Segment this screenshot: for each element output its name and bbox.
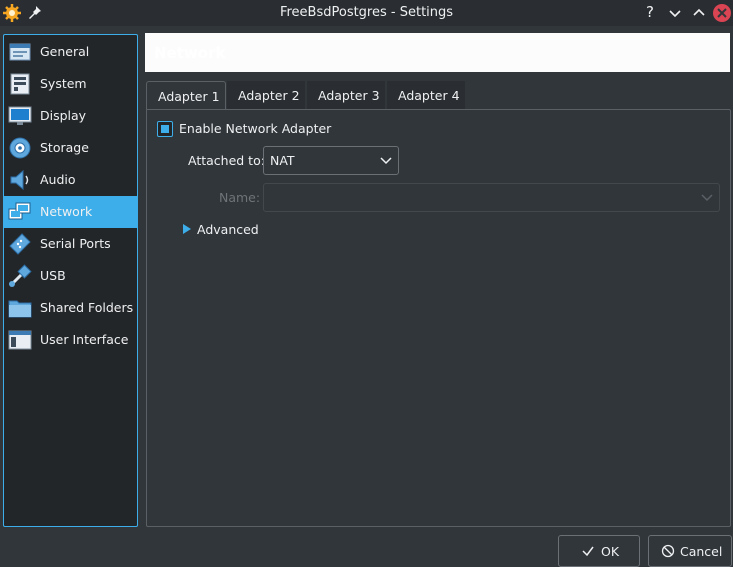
sidebar-item-label: General xyxy=(40,44,90,59)
tab-label: Adapter 4 xyxy=(398,88,460,103)
tab-label: Adapter 1 xyxy=(158,89,220,104)
attached-to-label: Attached to: xyxy=(188,153,265,168)
tab-adapter-4[interactable]: Adapter 4 xyxy=(387,81,465,109)
sidebar-item-general[interactable]: General xyxy=(4,36,137,68)
close-button[interactable] xyxy=(712,3,732,23)
ok-button[interactable]: OK xyxy=(558,535,640,567)
expand-triangle-icon xyxy=(183,224,191,234)
maximize-button[interactable] xyxy=(689,3,709,23)
sidebar-item-label: USB xyxy=(40,268,66,283)
usb-icon xyxy=(9,264,32,287)
name-label: Name: xyxy=(219,190,261,205)
name-select[interactable] xyxy=(263,183,720,212)
sidebar-item-label: Display xyxy=(40,108,87,123)
sidebar-item-label: System xyxy=(40,76,87,91)
adapter-panel xyxy=(146,109,731,527)
general-icon xyxy=(9,43,31,61)
sidebar-item-system[interactable]: System xyxy=(4,68,137,100)
help-button[interactable]: ? xyxy=(641,3,661,23)
cancel-button[interactable]: Cancel xyxy=(648,535,732,567)
sidebar-item-network[interactable]: Network xyxy=(4,196,137,228)
tab-adapter-1[interactable]: Adapter 1 xyxy=(146,81,226,110)
tab-adapter-3[interactable]: Adapter 3 xyxy=(307,81,385,109)
advanced-label: Advanced xyxy=(197,222,259,237)
checkbox-check-mark xyxy=(161,125,169,133)
attached-to-value: NAT xyxy=(270,153,295,168)
cancel-label: Cancel xyxy=(680,544,723,559)
chevron-down-icon xyxy=(380,157,392,165)
enable-adapter-checkbox[interactable] xyxy=(157,121,173,137)
sidebar-item-user-interface[interactable]: User Interface xyxy=(4,324,137,356)
sidebar-item-label: Shared Folders xyxy=(40,300,134,315)
sidebar-item-storage[interactable]: Storage xyxy=(4,132,137,164)
system-icon xyxy=(10,73,30,95)
sidebar-item-label: Storage xyxy=(40,140,89,155)
sidebar-item-display[interactable]: Display xyxy=(4,100,137,132)
user-interface-icon xyxy=(8,330,32,350)
attached-to-select[interactable]: NAT xyxy=(263,146,399,175)
check-icon xyxy=(582,546,594,557)
storage-icon xyxy=(9,137,31,159)
sidebar-item-audio[interactable]: Audio xyxy=(4,164,137,196)
sidebar-item-serial-ports[interactable]: Serial Ports xyxy=(4,228,137,260)
display-icon xyxy=(8,106,32,125)
audio-icon xyxy=(10,169,29,191)
sidebar-item-label: Audio xyxy=(40,172,76,187)
shared-folders-icon xyxy=(8,300,32,318)
sidebar-item-label: Serial Ports xyxy=(40,236,111,251)
minimize-button[interactable] xyxy=(665,3,685,23)
tab-label: Adapter 2 xyxy=(238,88,300,103)
cancel-icon xyxy=(661,544,675,558)
enable-adapter-label[interactable]: Enable Network Adapter xyxy=(179,121,331,136)
sidebar-item-shared-folders[interactable]: Shared Folders xyxy=(4,292,137,324)
title-bar: FreeBsdPostgres - Settings ? xyxy=(0,0,733,26)
network-icon xyxy=(8,202,31,220)
sidebar-item-usb[interactable]: USB xyxy=(4,260,137,292)
serial-ports-icon xyxy=(9,233,31,255)
page-title: Network xyxy=(154,44,226,62)
ok-label: OK xyxy=(601,544,620,559)
page-header: Network xyxy=(145,33,730,72)
chevron-down-icon xyxy=(701,194,713,202)
settings-sidebar: General System Display Storage Audio Net… xyxy=(3,34,138,527)
tab-label: Adapter 3 xyxy=(318,88,380,103)
sidebar-item-label: User Interface xyxy=(40,332,129,347)
sidebar-item-label: Network xyxy=(40,204,93,219)
tab-adapter-2[interactable]: Adapter 2 xyxy=(227,81,305,109)
help-icon: ? xyxy=(646,3,654,21)
window-title: FreeBsdPostgres - Settings xyxy=(279,5,454,20)
